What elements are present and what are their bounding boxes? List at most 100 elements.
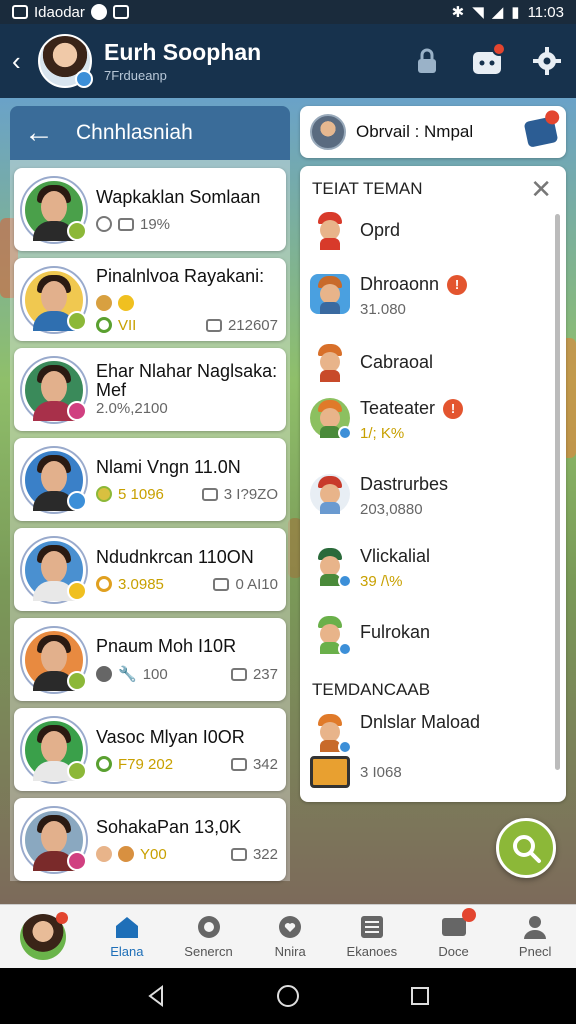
character-icon [310, 398, 352, 440]
friend-stat: Y00 [140, 845, 167, 863]
teammate-value: 203,0880 [360, 501, 423, 518]
recents-icon[interactable] [408, 984, 432, 1008]
character-icon [310, 614, 352, 656]
scrollbar[interactable] [555, 214, 560, 770]
teammate-item[interactable]: Dastrurbes 203,0880 [310, 474, 540, 518]
profile-subtitle: 7Frdueanp [104, 68, 167, 83]
nav-profile[interactable] [0, 905, 86, 968]
carrier-label: Idaodar [34, 3, 85, 21]
friend-avatar [22, 267, 87, 332]
teammate-item[interactable]: Dhroaonn! 31.080 [310, 274, 540, 318]
card-icon [205, 318, 222, 332]
friends-panel: ← Chnhlasniah Wapkaklan Somlaan 19% Pina… [10, 106, 290, 906]
bottom-navigation: Elana Senercn Nnira Ekanoes Doce Pnecl [0, 904, 576, 968]
teammate-item[interactable]: Cabraoal [310, 342, 540, 382]
teammate-name: Teateater [360, 398, 436, 418]
friend-stat: 3.0985 [118, 575, 164, 593]
friend-card[interactable]: SohakaPan 13,0K Y00 322 [14, 798, 286, 881]
lock-button[interactable] [410, 44, 444, 78]
friend-stat-secondary: 237 [252, 665, 278, 683]
close-icon[interactable]: ✕ [530, 176, 552, 202]
verified-badge-icon [75, 70, 93, 88]
settings-button[interactable] [530, 44, 564, 78]
friend-stat-secondary: 0 AI10 [235, 575, 278, 593]
xp-icon [96, 756, 112, 772]
nav-item-messages[interactable]: Doce [413, 905, 495, 968]
profile-name: Eurh Soophan [104, 39, 262, 65]
inventory-button[interactable] [470, 42, 506, 78]
nav-item-profile[interactable]: Pnecl [494, 905, 576, 968]
teammate-item[interactable]: 3 I068 [310, 756, 540, 788]
nav-item-home[interactable]: Elana [86, 905, 168, 968]
paw-icon [96, 666, 112, 682]
nav-label: Ekanoes [346, 944, 398, 959]
level-badge-icon [67, 400, 87, 421]
character-icon [310, 546, 352, 588]
profile-avatar[interactable] [38, 34, 93, 88]
friend-name: Wapkaklan Somlaan [96, 186, 261, 207]
friend-stat: F79 202 [118, 755, 174, 773]
friend-card[interactable]: Pinalnlvoa Rayakani: VII 212607 [14, 258, 286, 341]
back-icon[interactable] [144, 984, 168, 1008]
nav-label: Pnecl [518, 944, 552, 959]
friend-name: Ehar Nlahar Naglsaka: Mef [96, 362, 278, 400]
search-button[interactable] [496, 818, 556, 878]
battery-icon: ▮ [511, 4, 520, 21]
machine-icon [310, 756, 350, 788]
teammate-item[interactable]: Oprd [310, 210, 540, 250]
friend-avatar [22, 807, 87, 872]
friend-stat-secondary: 3 I?9ZO [223, 485, 278, 503]
face-icon [96, 846, 112, 862]
friend-stat: 100 [142, 665, 168, 683]
friend-name: SohakaPan 13,0K [96, 816, 242, 837]
friend-stat: 19% [140, 215, 171, 233]
list-icon [360, 916, 383, 938]
teammate-item[interactable]: Teateater! 1/; K% [310, 398, 540, 442]
friend-card[interactable]: Pnaum Moh I10R 🔧 100 237 [14, 618, 286, 701]
coin-icon [118, 846, 134, 862]
notification-icon [12, 5, 28, 19]
level-badge-icon [67, 760, 87, 781]
teammate-name: Dastrurbes [360, 474, 449, 494]
character-icon [310, 274, 350, 314]
teammate-item[interactable]: Fulrokan [310, 614, 540, 656]
friend-avatar [22, 627, 87, 692]
friend-avatar [22, 537, 87, 602]
teammates-panel: TEIAT TEMAN ✕ Oprd Dhroaonn! 31.080 Cabr… [300, 166, 566, 802]
nav-label: Nnira [274, 944, 306, 959]
messenger-icon [90, 4, 107, 20]
friend-card[interactable]: Wapkaklan Somlaan 19% [14, 168, 286, 251]
teammate-item[interactable]: Vlickalial 39 /\% [310, 546, 540, 590]
friend-card[interactable]: Ehar Nlahar Naglsaka: Mef 2.0%,2100 [14, 348, 286, 431]
online-status-bar[interactable]: Obrvail : Nmpal [300, 106, 566, 158]
character-icon [310, 712, 352, 754]
badge-icon [338, 426, 352, 440]
friend-name: Nlami Vngn 11.0N [96, 456, 241, 477]
nav-item-list[interactable]: Ekanoes [331, 905, 413, 968]
badge-icon [338, 642, 352, 656]
heart-icon [279, 916, 302, 938]
gift-icon[interactable] [523, 109, 561, 148]
character-icon [310, 210, 350, 250]
teammate-name: Oprd [360, 220, 401, 240]
card-icon [201, 487, 218, 501]
back-arrow-icon[interactable]: ← [24, 118, 54, 148]
home-circle-icon[interactable] [276, 984, 300, 1008]
nav-item-friends[interactable]: Nnira [249, 905, 331, 968]
nav-item-search[interactable]: Senercn [168, 905, 250, 968]
friend-card[interactable]: Ndudnkrcan 110ON 3.0985 0 AI10 [14, 528, 286, 611]
friend-stat: 5 1096 [118, 485, 164, 503]
home-icon [115, 917, 138, 938]
star-icon [118, 294, 134, 311]
signal-icon: ◢ [491, 4, 504, 21]
friend-card[interactable]: Vasoc Mlyan I0OR F79 202 342 [14, 708, 286, 791]
search-icon [513, 835, 541, 863]
coin-icon [96, 486, 112, 502]
friend-stat-secondary: 322 [252, 845, 278, 863]
card-icon [230, 847, 247, 861]
friend-card[interactable]: Nlami Vngn 11.0N 5 1096 3 I?9ZO [14, 438, 286, 521]
section-title: TEMDANCAAB [312, 680, 431, 699]
friend-stat-secondary: 342 [252, 755, 278, 773]
teammate-item[interactable]: Dnlslar Maload [310, 712, 540, 754]
back-chevron-icon[interactable]: ‹ [12, 46, 30, 77]
